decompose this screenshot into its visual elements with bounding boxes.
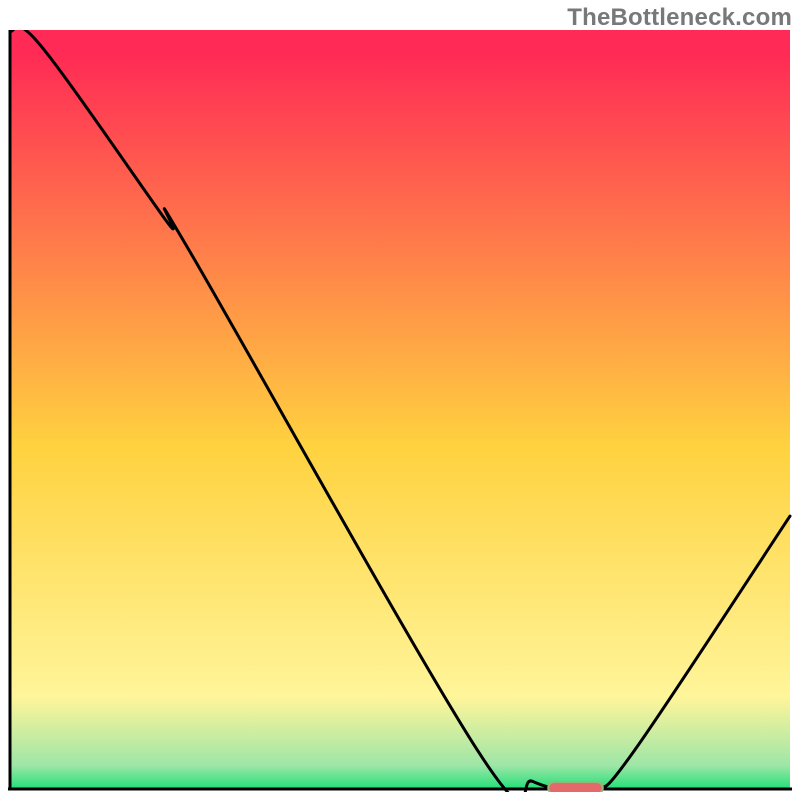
watermark-text: TheBottleneck.com: [567, 4, 792, 32]
gradient-background: [10, 30, 790, 788]
minimum-marker: [548, 782, 603, 792]
plot-area: [8, 30, 792, 792]
chart-stage: TheBottleneck.com: [0, 0, 800, 800]
bottleneck-chart: [8, 30, 792, 792]
